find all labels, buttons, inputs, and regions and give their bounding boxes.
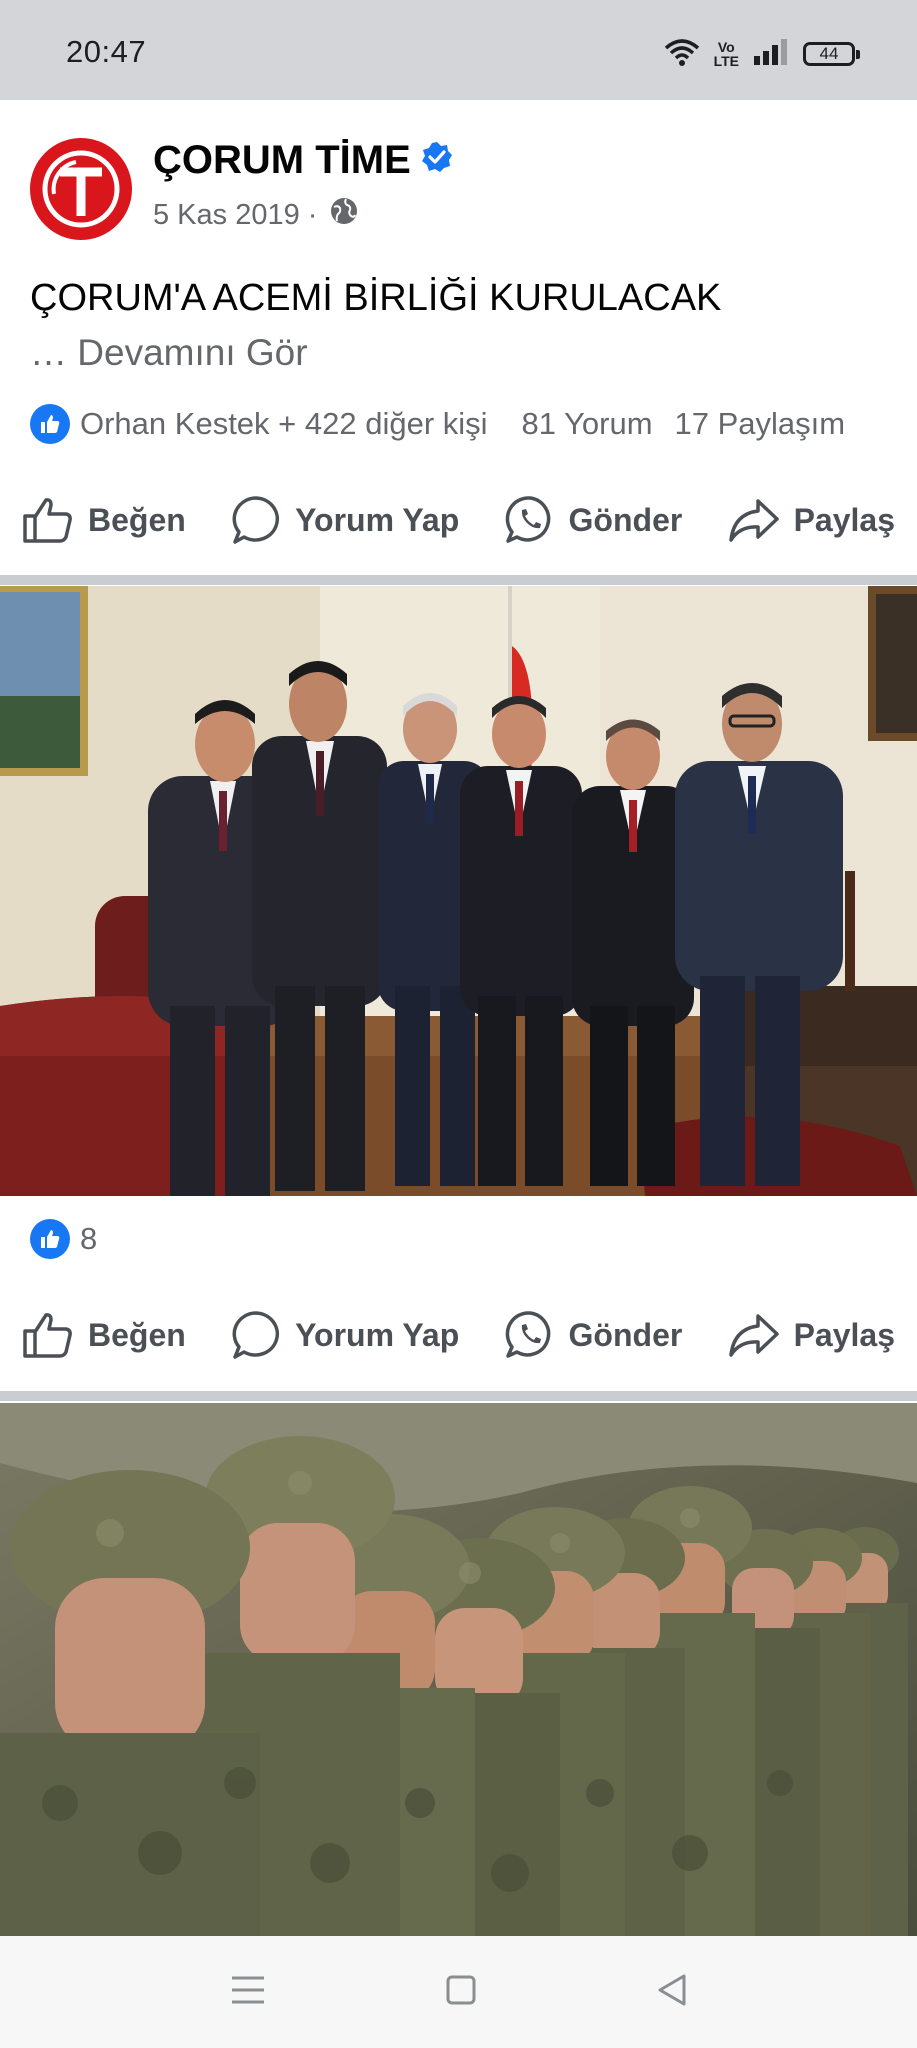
home-icon[interactable]	[445, 1974, 477, 2011]
post-meta: 5 Kas 2019 ·	[153, 196, 359, 234]
post-actions: Beğen Yorum Yap Gönder Paylaş	[0, 475, 917, 565]
verified-badge-icon	[421, 138, 453, 183]
like-label: Beğen	[88, 1316, 186, 1353]
share-icon	[728, 499, 779, 542]
comment-label: Yorum Yap	[295, 1316, 460, 1353]
soldiers-photo-image	[0, 1403, 917, 1936]
thumbs-up-icon	[23, 498, 72, 543]
corum-time-logo	[34, 142, 128, 236]
comments-count[interactable]: 81 Yorum	[522, 406, 653, 442]
page-avatar[interactable]	[30, 138, 132, 240]
shares-count[interactable]: 17 Paylaşım	[675, 406, 846, 442]
comment-icon	[232, 1311, 280, 1359]
see-more-link[interactable]: … Devamını Gör	[30, 332, 308, 374]
volte-indicator: Vo LTE	[714, 40, 739, 68]
like-badge-icon	[30, 404, 70, 444]
share-label: Paylaş	[793, 1316, 895, 1353]
reactions-text[interactable]: Orhan Kestek + 422 diğer kişi	[80, 406, 488, 442]
status-icons: Vo LTE 44	[664, 34, 860, 74]
officials-photo-image	[0, 586, 917, 1196]
post-date[interactable]: 5 Kas 2019 ·	[153, 199, 317, 232]
comment-button[interactable]: Yorum Yap	[231, 495, 459, 545]
share-button[interactable]: Paylaş	[728, 1312, 895, 1358]
post-photo-officials[interactable]	[0, 586, 917, 1196]
section-divider	[0, 575, 917, 585]
thumbs-up-icon	[23, 1313, 72, 1358]
send-button[interactable]: Gönder	[505, 495, 683, 545]
photo-1-reactions: 8	[30, 1217, 887, 1261]
battery-icon: 44	[803, 42, 860, 66]
page-name[interactable]: ÇORUM TİME	[153, 138, 411, 183]
post-text: ÇORUM'A ACEMİ BİRLİĞİ KURULACAK	[30, 277, 722, 319]
volte-bottom: LTE	[713, 53, 739, 69]
whatsapp-icon	[505, 1311, 550, 1358]
comment-button[interactable]: Yorum Yap	[231, 1310, 459, 1360]
back-icon[interactable]	[656, 1973, 688, 2012]
like-badge-icon	[30, 1219, 70, 1259]
share-button[interactable]: Paylaş	[728, 497, 895, 543]
signal-icon	[753, 38, 789, 70]
share-icon	[728, 1314, 779, 1357]
like-button[interactable]: Beğen	[22, 1311, 186, 1359]
whatsapp-icon	[505, 496, 550, 543]
send-label: Gönder	[568, 1316, 683, 1353]
share-label: Paylaş	[793, 501, 895, 538]
section-divider	[0, 1391, 917, 1401]
photo-1-reaction-count[interactable]: 8	[80, 1221, 97, 1257]
status-time: 20:47	[66, 34, 147, 69]
page-name-row: ÇORUM TİME	[153, 138, 453, 183]
system-nav-bar	[0, 1936, 917, 2048]
photo-1-actions: Beğen Yorum Yap Gönder Paylaş	[0, 1290, 917, 1380]
wifi-icon	[664, 38, 700, 71]
menu-icon[interactable]	[230, 1975, 266, 2010]
comment-icon	[232, 496, 280, 544]
reactions-summary: Orhan Kestek + 422 diğer kişi 81 Yorum 1…	[30, 402, 887, 446]
send-button[interactable]: Gönder	[505, 1310, 683, 1360]
post-photo-soldiers[interactable]	[0, 1403, 917, 1936]
send-label: Gönder	[568, 501, 683, 538]
like-label: Beğen	[88, 501, 186, 538]
comment-label: Yorum Yap	[295, 501, 460, 538]
globe-icon	[329, 196, 359, 234]
like-button[interactable]: Beğen	[22, 496, 186, 544]
